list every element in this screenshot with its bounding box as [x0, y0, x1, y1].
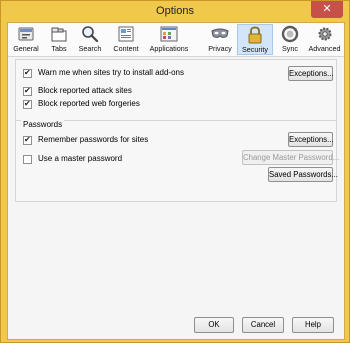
cancel-button[interactable]: Cancel	[242, 317, 284, 333]
warn-addons-label: Warn me when sites try to install add-on…	[38, 68, 184, 77]
help-button[interactable]: Help	[292, 317, 334, 333]
addons-exceptions-button[interactable]: Exceptions...	[288, 66, 334, 81]
warn-addons-row[interactable]: Warn me when sites try to install add-on…	[23, 68, 243, 80]
window-title: Options	[156, 5, 194, 17]
privacy-mask-icon	[211, 28, 229, 38]
tab-advanced[interactable]: Advanced	[307, 24, 342, 55]
tab-search[interactable]: Search	[75, 24, 105, 55]
block-attack-label: Block reported attack sites	[38, 86, 132, 95]
ok-button[interactable]: OK	[194, 317, 234, 333]
tab-content[interactable]: Content	[109, 24, 143, 55]
tab-security[interactable]: Security	[237, 24, 273, 55]
remember-passwords-label: Remember passwords for sites	[38, 135, 149, 144]
applications-icon	[160, 26, 178, 42]
master-password-row[interactable]: Use a master password	[23, 154, 223, 166]
gear-icon	[318, 27, 331, 41]
tab-sync[interactable]: Sync	[275, 24, 305, 55]
master-password-checkbox[interactable]	[23, 155, 32, 164]
block-forgery-checkbox[interactable]	[23, 99, 32, 109]
passwords-exceptions-button[interactable]: Exceptions...	[288, 132, 334, 147]
options-window: Options ✕ General Tabs Search Content Ap…	[0, 0, 350, 343]
tab-applications[interactable]: Applications	[147, 24, 191, 55]
change-master-password-button[interactable]: Change Master Password...	[242, 150, 339, 165]
tab-tabs[interactable]: Tabs	[45, 24, 73, 55]
general-switch-icon	[18, 27, 34, 41]
category-toolbar: General Tabs Search Content Applications…	[8, 23, 344, 57]
passwords-legend: Passwords	[21, 120, 65, 129]
magnifier-icon	[82, 26, 99, 43]
block-forgery-label: Block reported web forgeries	[38, 99, 140, 108]
sync-icon	[281, 25, 299, 43]
content-page-icon	[118, 26, 134, 42]
tabs-icon	[51, 27, 67, 42]
block-attack-row[interactable]: Block reported attack sites	[23, 86, 223, 98]
warn-addons-checkbox[interactable]	[23, 68, 32, 78]
block-forgery-row[interactable]: Block reported web forgeries	[23, 99, 223, 111]
tab-general[interactable]: General	[10, 24, 42, 55]
block-attack-checkbox[interactable]	[23, 86, 32, 96]
remember-passwords-checkbox[interactable]	[23, 135, 32, 145]
remember-passwords-row[interactable]: Remember passwords for sites	[23, 135, 223, 147]
options-client: General Tabs Search Content Applications…	[7, 22, 345, 340]
passwords-group: Passwords Remember passwords for sites E…	[15, 120, 339, 202]
saved-passwords-button[interactable]: Saved Passwords...	[268, 167, 338, 182]
close-button[interactable]: ✕	[311, 1, 343, 18]
master-password-label: Use a master password	[38, 154, 123, 163]
tab-privacy[interactable]: Privacy	[205, 24, 235, 55]
title-bar[interactable]: Options ✕	[1, 1, 349, 22]
lock-icon	[248, 26, 262, 44]
